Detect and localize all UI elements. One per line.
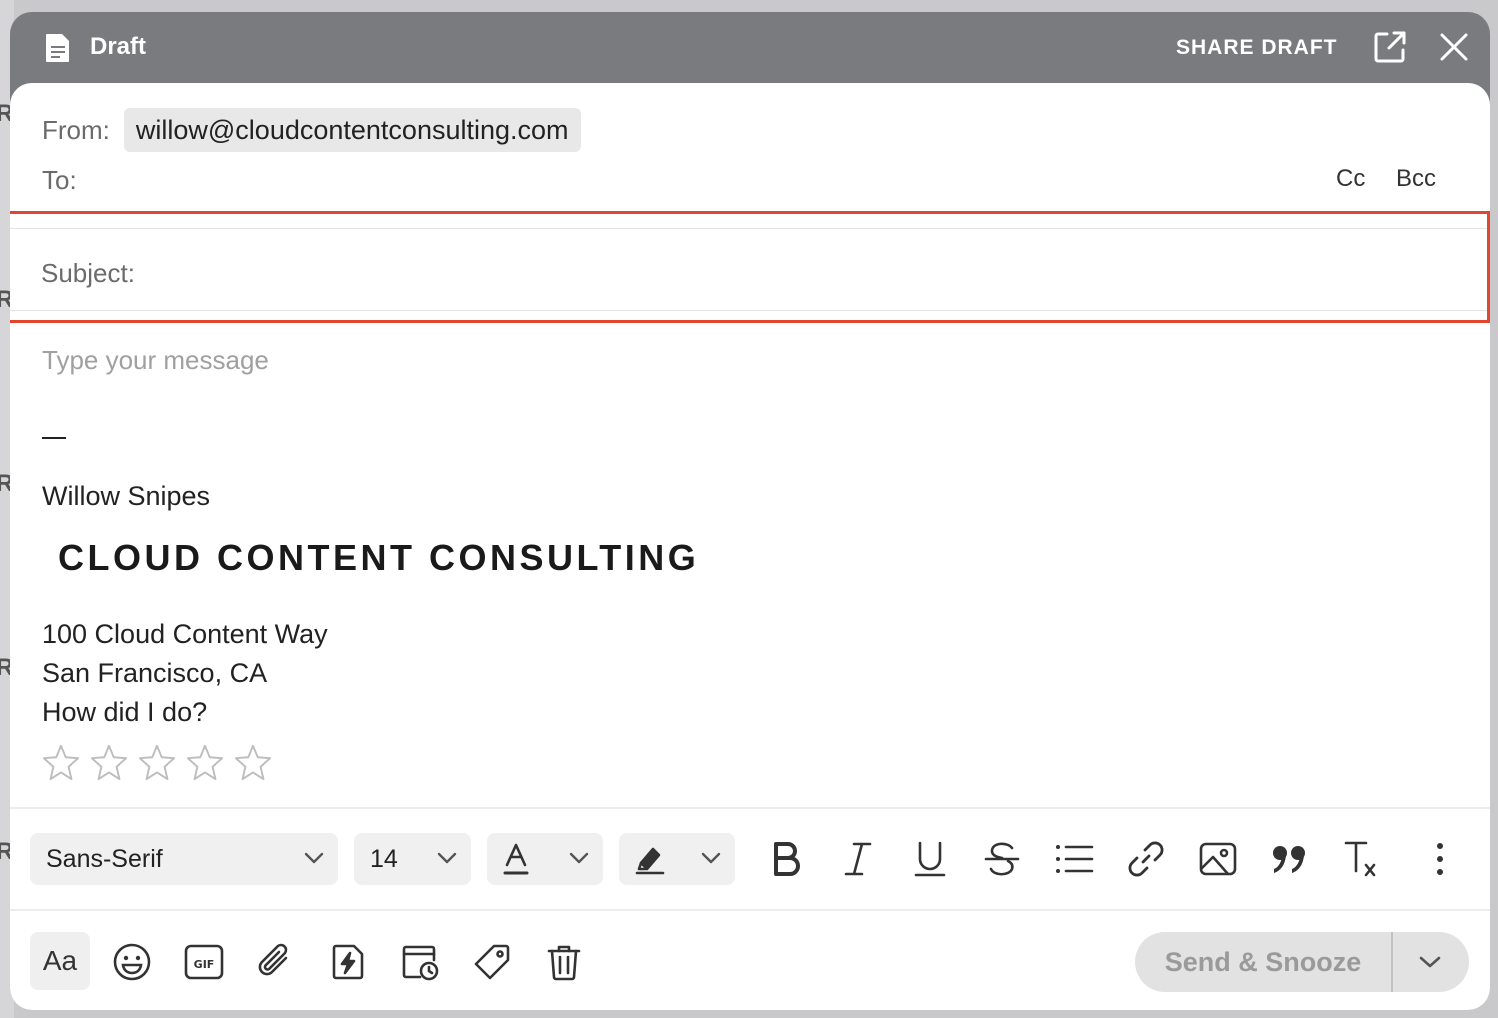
quick-reply-template-icon[interactable] bbox=[328, 942, 368, 982]
from-row: From: willow@cloudcontentconsulting.com bbox=[42, 108, 581, 152]
font-family-select[interactable]: Sans-Serif bbox=[30, 833, 338, 885]
underline-icon[interactable] bbox=[910, 839, 950, 879]
send-and-snooze-button[interactable]: Send & Snooze bbox=[1135, 932, 1469, 992]
cc-button[interactable]: Cc bbox=[1336, 165, 1365, 193]
svg-text:GIF: GIF bbox=[194, 958, 215, 971]
signature-address-line2: San Francisco, CA bbox=[42, 658, 268, 688]
signature-address-line1: 100 Cloud Content Way bbox=[42, 619, 328, 649]
insert-image-icon[interactable] bbox=[1198, 839, 1238, 879]
chevron-down-icon bbox=[569, 852, 589, 864]
from-address-chip[interactable]: willow@cloudcontentconsulting.com bbox=[123, 108, 581, 152]
chevron-down-icon bbox=[701, 852, 721, 864]
share-draft-button[interactable]: SHARE DRAFT bbox=[1176, 36, 1338, 60]
highlight-color-select[interactable] bbox=[619, 833, 735, 885]
signature-dash bbox=[42, 437, 66, 439]
title-bar: Draft SHARE DRAFT bbox=[10, 12, 1490, 84]
divider bbox=[10, 228, 1487, 229]
clear-formatting-icon[interactable] bbox=[1342, 839, 1382, 879]
rating-stars bbox=[42, 743, 272, 781]
message-body[interactable]: Type your message Willow Snipes CLOUD CO… bbox=[42, 345, 1442, 781]
bold-icon[interactable] bbox=[766, 839, 806, 879]
quote-icon[interactable] bbox=[1270, 839, 1310, 879]
font-size-value: 14 bbox=[370, 844, 398, 873]
highlighter-icon bbox=[635, 847, 665, 875]
more-options-icon[interactable] bbox=[1420, 839, 1460, 879]
signature-name: Willow Snipes bbox=[42, 481, 211, 511]
font-family-value: Sans-Serif bbox=[46, 844, 163, 873]
signature-rating-prompt: How did I do? bbox=[42, 697, 208, 727]
attachment-icon[interactable] bbox=[256, 942, 296, 982]
trash-icon[interactable] bbox=[544, 942, 584, 982]
divider bbox=[10, 909, 1490, 911]
message-placeholder[interactable]: Type your message bbox=[42, 345, 1442, 376]
gif-icon[interactable]: GIF bbox=[184, 942, 224, 982]
window-title: Draft bbox=[90, 33, 147, 60]
pop-out-icon[interactable] bbox=[1372, 29, 1408, 65]
rating-star-icon[interactable] bbox=[234, 743, 272, 781]
compose-sheet: From: willow@cloudcontentconsulting.com … bbox=[10, 83, 1490, 1010]
divider bbox=[10, 310, 1487, 311]
from-label: From: bbox=[42, 114, 110, 145]
formatting-toolbar: Sans-Serif 14 bbox=[10, 833, 1490, 885]
schedule-send-icon[interactable] bbox=[400, 942, 440, 982]
document-icon bbox=[46, 34, 69, 62]
strikethrough-icon[interactable] bbox=[982, 839, 1022, 879]
chevron-down-icon bbox=[304, 852, 324, 864]
to-field[interactable]: To: bbox=[42, 165, 77, 196]
company-logo: CLOUD CONTENT CONSULTING bbox=[58, 537, 700, 578]
text-color-icon bbox=[503, 843, 529, 875]
draft-compose-window: Draft SHARE DRAFT From: willow@cloudcont… bbox=[10, 12, 1490, 1010]
send-and-snooze-label[interactable]: Send & Snooze bbox=[1135, 932, 1391, 992]
bottom-bar: Aa GIF Send & Snooze bbox=[10, 932, 1490, 992]
divider bbox=[10, 807, 1490, 809]
label-tag-icon[interactable] bbox=[472, 942, 512, 982]
text-color-select[interactable] bbox=[487, 833, 603, 885]
chevron-down-icon bbox=[437, 852, 457, 864]
bcc-button[interactable]: Bcc bbox=[1396, 165, 1436, 193]
text-format-toggle-button[interactable]: Aa bbox=[30, 932, 90, 990]
close-icon[interactable] bbox=[1438, 31, 1470, 63]
italic-icon[interactable] bbox=[838, 839, 878, 879]
font-size-select[interactable]: 14 bbox=[354, 833, 471, 885]
rating-star-icon[interactable] bbox=[42, 743, 80, 781]
rating-star-icon[interactable] bbox=[186, 743, 224, 781]
link-icon[interactable] bbox=[1126, 839, 1166, 879]
divider bbox=[1391, 932, 1393, 992]
bullet-list-icon[interactable] bbox=[1054, 839, 1094, 879]
rating-star-icon[interactable] bbox=[138, 743, 176, 781]
emoji-icon[interactable] bbox=[112, 942, 152, 982]
chevron-down-icon[interactable] bbox=[1419, 954, 1441, 970]
subject-input[interactable]: Subject: bbox=[41, 258, 135, 289]
subject-field-highlight[interactable]: Subject: bbox=[10, 211, 1490, 323]
rating-star-icon[interactable] bbox=[90, 743, 128, 781]
